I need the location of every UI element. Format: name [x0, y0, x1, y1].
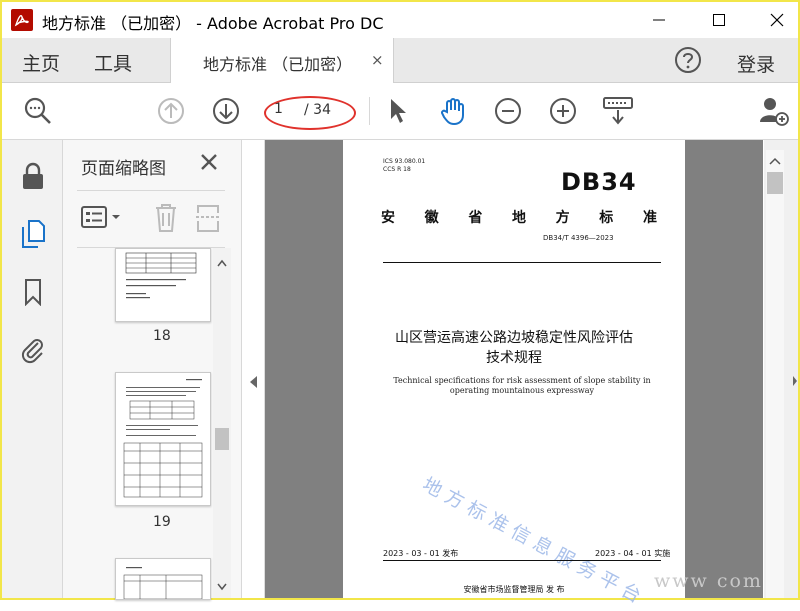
issuer: 安徽省市场监督管理局 发 布 [463, 585, 565, 594]
thumbnail-page-19[interactable] [115, 372, 211, 506]
tab-home[interactable]: 主页 [22, 49, 60, 76]
thumbnails-toolbar [77, 190, 225, 248]
lock-icon [23, 162, 43, 189]
title-bar: 地方标准 （已加密） - Adobe Acrobat Pro DC [2, 2, 798, 38]
toolbar-separator [369, 97, 370, 125]
tab-bar: 主页 工具 地方标准 （已加密） × 登录 [2, 38, 798, 83]
thumbnail-options-icon[interactable] [81, 205, 125, 231]
close-window-button[interactable] [754, 2, 800, 38]
find-text-button[interactable] [22, 95, 54, 127]
cursor-arrow-icon [391, 99, 406, 123]
page-thumbnails-button[interactable] [18, 218, 48, 250]
sign-in-button[interactable]: 登录 [737, 50, 775, 77]
standard-code: DB34/T 4396—2023 [543, 234, 614, 242]
hand-tool-button[interactable] [437, 95, 469, 127]
share-user-button[interactable] [758, 95, 790, 127]
pages-icon [22, 220, 45, 248]
document-title-line1: 山区营运高速公路边坡稳定性风险评估 [395, 330, 633, 346]
thumbnail-page-19-content [123, 379, 203, 498]
security-panel-button[interactable] [18, 160, 48, 192]
zoom-in-icon [550, 98, 576, 124]
publish-date: 2023 - 03 - 01 发布 [383, 549, 459, 558]
search-icon [24, 97, 51, 124]
document-tab-close-button[interactable]: × [371, 51, 384, 69]
thumbnail-label: 19 [153, 514, 171, 530]
select-tool-button[interactable] [382, 95, 414, 127]
zoom-in-button[interactable] [547, 95, 579, 127]
maximize-icon [713, 14, 725, 26]
document-view[interactable]: ICS 93.080.01 CCS R 18 DB34 安 徽 省 地 方 标 … [265, 140, 763, 610]
collapse-left-icon [250, 376, 257, 388]
add-user-icon [760, 98, 789, 126]
keyboard-scroll-button[interactable] [602, 95, 634, 127]
document-title-line2: 技术规程 [486, 350, 542, 366]
divider [383, 262, 661, 263]
thumbnails-panel-title: 页面缩略图 [81, 159, 166, 179]
arrow-up-circle-icon [158, 98, 184, 124]
province-standard-heading: 安 徽 省 地 方 标 准 [381, 207, 657, 227]
implement-date: 2023 - 04 - 01 实施 [595, 549, 671, 558]
thumbnails-scrollbar[interactable] [213, 248, 231, 598]
zoom-out-icon [495, 98, 521, 124]
tab-tools[interactable]: 工具 [94, 49, 132, 76]
hand-icon [441, 98, 464, 126]
heading-char: 徽 [424, 210, 439, 226]
thumbnails-panel: 页面缩略图 18 19 [63, 140, 242, 600]
extract-page-icon[interactable] [195, 203, 221, 233]
heading-char: 安 [381, 210, 395, 226]
main-toolbar: 1 / 34 [2, 83, 798, 140]
ics-code: ICS 93.080.01 [383, 158, 426, 165]
panel-collapse-strip[interactable] [242, 140, 265, 598]
help-icon[interactable] [674, 46, 702, 74]
db-label: DB34 [561, 168, 637, 196]
previous-page-button[interactable] [155, 95, 187, 127]
thumbnail-page-20-content [123, 567, 203, 599]
delete-page-icon[interactable] [153, 203, 179, 233]
thumbnail-page-18[interactable] [115, 248, 211, 322]
arrow-down-circle-icon [213, 98, 239, 124]
highlight-annotation [264, 96, 356, 130]
attachments-button[interactable] [18, 334, 48, 366]
heading-char: 省 [468, 210, 483, 226]
thumbnail-page-20[interactable] [115, 558, 211, 600]
acrobat-app-icon [11, 9, 33, 31]
heading-char: 准 [642, 210, 657, 226]
close-icon [770, 13, 784, 27]
thumbnail-label: 18 [153, 328, 171, 344]
maximize-button[interactable] [696, 2, 742, 38]
heading-char: 标 [599, 210, 614, 226]
close-panel-icon[interactable] [197, 150, 221, 174]
document-scrollbar-graphic [764, 140, 798, 598]
heading-char: 地 [511, 210, 526, 226]
thumbnail-page-18-content [125, 252, 197, 299]
scrollbar-graphic [213, 248, 231, 598]
scroll-mode-icon [603, 97, 633, 125]
navigation-rail [2, 140, 63, 598]
divider [383, 560, 661, 561]
window-title: 地方标准 （已加密） - Adobe Acrobat Pro DC [42, 14, 384, 33]
bookmark-icon [25, 279, 41, 306]
paperclip-icon [21, 339, 43, 364]
minimize-button[interactable] [636, 2, 682, 38]
minimize-icon [653, 19, 665, 21]
english-title: Technical specifications for risk assess… [393, 376, 651, 395]
zoom-out-button[interactable] [492, 95, 524, 127]
ccs-code: CCS R 18 [383, 166, 411, 173]
bookmarks-button[interactable] [18, 276, 48, 308]
heading-char: 方 [555, 210, 570, 226]
next-page-button[interactable] [210, 95, 242, 127]
document-scrollbar[interactable] [764, 140, 798, 598]
tab-document[interactable]: 地方标准 （已加密） × [170, 38, 394, 83]
document-tab-label: 地方标准 （已加密） [203, 55, 353, 74]
site-watermark: www com [654, 570, 763, 592]
document-page: ICS 93.080.01 CCS R 18 DB34 安 徽 省 地 方 标 … [343, 140, 685, 610]
